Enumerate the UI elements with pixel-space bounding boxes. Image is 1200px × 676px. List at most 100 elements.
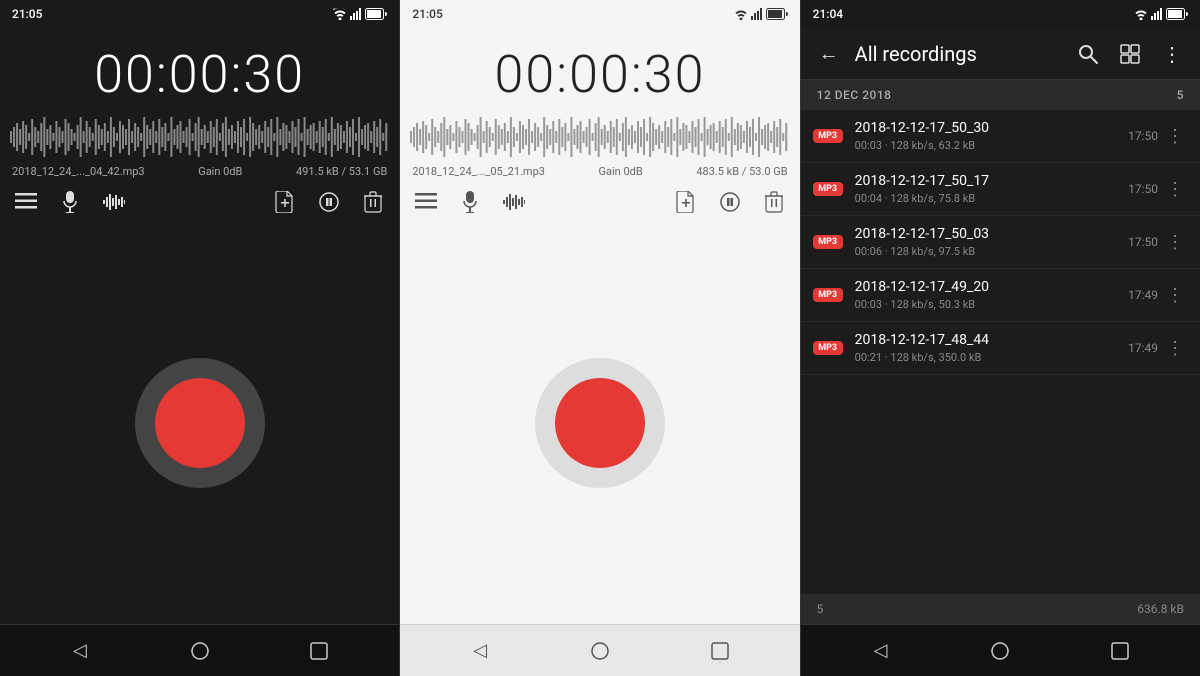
search-button-recordings[interactable] [1072,38,1104,70]
recording-details-4: 2018-12-12-17_48_44 00:21 · 128 kb/s, 35… [855,332,1120,364]
footer-total-size: 636.8 kB [1137,602,1184,616]
back-nav-2[interactable]: ◁ [462,633,498,669]
add-file-icon-2[interactable] [672,188,700,216]
delete-icon-2[interactable] [760,188,788,216]
gain-1: Gain 0dB [198,165,242,178]
timer-1: 00:00:30 [0,28,399,113]
back-nav-3[interactable]: ◁ [863,633,899,669]
more-icon-0[interactable]: ⋮ [1162,122,1188,151]
timer-2: 00:00:30 [400,28,799,113]
signal-icon-1 [350,8,362,20]
recording-details-3: 2018-12-12-17_49_20 00:03 · 128 kb/s, 50… [855,279,1120,311]
recording-time-3: 17:49 [1128,288,1158,302]
home-nav-3[interactable] [982,633,1018,669]
nav-bar-1: ◁ [0,624,399,676]
record-area-1 [0,222,399,624]
nav-bar-3: ◁ [801,624,1200,676]
battery-icon-3 [1166,8,1188,20]
pause-icon-2[interactable] [716,188,744,216]
more-icon-2[interactable]: ⋮ [1162,228,1188,257]
recording-meta-1: 00:04 · 128 kb/s, 75.8 kB [855,192,1120,205]
recording-time-2: 17:50 [1128,235,1158,249]
waveform-icon-2[interactable] [500,188,528,216]
record-button-2[interactable] [555,378,645,468]
nav-bar-2: ◁ [400,624,799,676]
signal-icon-3 [1151,8,1163,20]
list-icon-2[interactable] [412,188,440,216]
more-icon-3[interactable]: ⋮ [1162,281,1188,310]
square-nav-2[interactable] [702,633,738,669]
filename-2: 2018_12_24_..._05_21.mp3 [412,165,545,178]
wifi-icon-2 [734,8,748,20]
record-outer-2[interactable] [535,358,665,488]
recording-item-1[interactable]: MP3 2018-12-12-17_50_17 00:04 · 128 kb/s… [801,163,1200,216]
recordings-header: ← All recordings ⋮ [801,28,1200,80]
panel-light-recorder: 21:05 00:00:30 2018_12_24_..._05_21.mp3 … [400,0,800,676]
battery-icon-1 [365,8,387,20]
waveform-2 [408,113,791,161]
recordings-title: All recordings [855,42,1062,66]
delete-icon-1[interactable] [359,188,387,216]
more-icon-1[interactable]: ⋮ [1162,175,1188,204]
mp3-badge-1: MP3 [813,182,843,196]
recording-name-2: 2018-12-12-17_50_03 [855,226,1120,242]
storage-1: 491.5 kB / 53.1 GB [296,165,387,178]
back-button-recordings[interactable]: ← [813,38,845,70]
recording-name-3: 2018-12-12-17_49_20 [855,279,1120,295]
wifi-icon-3 [1134,8,1148,20]
mp3-badge-0: MP3 [813,129,843,143]
gallery-button-recordings[interactable] [1114,38,1146,70]
add-file-icon-1[interactable] [271,188,299,216]
status-icons-1 [333,8,387,20]
date-count: 5 [1177,88,1184,102]
recording-item-4[interactable]: MP3 2018-12-12-17_48_44 00:21 · 128 kb/s… [801,322,1200,375]
status-bar-1: 21:05 [0,0,399,28]
wifi-icon-1 [333,8,347,20]
gain-2: Gain 0dB [599,165,643,178]
recording-item-0[interactable]: MP3 2018-12-12-17_50_30 00:03 · 128 kb/s… [801,110,1200,163]
record-area-2 [400,222,799,624]
recording-meta-2: 00:06 · 128 kb/s, 97.5 kB [855,245,1120,258]
status-time-1: 21:05 [12,7,42,21]
panel-all-recordings: 21:04 ← All recordings ⋮ 12 DEC 2018 5 M… [801,0,1200,676]
toolbar-2 [400,182,799,222]
home-nav-1[interactable] [182,633,218,669]
recording-meta-0: 00:03 · 128 kb/s, 63.2 kB [855,139,1120,152]
file-info-2: 2018_12_24_..._05_21.mp3 Gain 0dB 483.5 … [400,161,799,182]
footer-count: 5 [817,602,824,616]
list-icon-1[interactable] [12,188,40,216]
battery-icon-2 [766,8,788,20]
record-outer-1[interactable] [135,358,265,488]
back-nav-1[interactable]: ◁ [62,633,98,669]
mp3-badge-2: MP3 [813,235,843,249]
status-time-2: 21:05 [412,7,442,21]
recordings-list: MP3 2018-12-12-17_50_30 00:03 · 128 kb/s… [801,110,1200,594]
recording-item-2[interactable]: MP3 2018-12-12-17_50_03 00:06 · 128 kb/s… [801,216,1200,269]
square-nav-1[interactable] [301,633,337,669]
waveform-icon-1[interactable] [100,188,128,216]
status-bar-2: 21:05 [400,0,799,28]
mic-icon-2[interactable] [456,188,484,216]
more-button-recordings[interactable]: ⋮ [1156,38,1188,70]
mp3-badge-3: MP3 [813,288,843,302]
storage-2: 483.5 kB / 53.0 GB [696,165,787,178]
recording-details-2: 2018-12-12-17_50_03 00:06 · 128 kb/s, 97… [855,226,1120,258]
toolbar-1 [0,182,399,222]
recording-name-1: 2018-12-12-17_50_17 [855,173,1120,189]
signal-icon-2 [751,8,763,20]
recordings-footer: 5 636.8 kB [801,594,1200,624]
home-nav-2[interactable] [582,633,618,669]
more-icon-4[interactable]: ⋮ [1162,334,1188,363]
status-icons-2 [734,8,788,20]
recording-item-3[interactable]: MP3 2018-12-12-17_49_20 00:03 · 128 kb/s… [801,269,1200,322]
recording-details-0: 2018-12-12-17_50_30 00:03 · 128 kb/s, 63… [855,120,1120,152]
recording-time-4: 17:49 [1128,341,1158,355]
mic-icon-1[interactable] [56,188,84,216]
square-nav-3[interactable] [1102,633,1138,669]
pause-icon-1[interactable] [315,188,343,216]
date-section-header: 12 DEC 2018 5 [801,80,1200,110]
waveform-1 [8,113,391,161]
date-label: 12 DEC 2018 [817,88,892,102]
recording-meta-4: 00:21 · 128 kb/s, 350.0 kB [855,351,1120,364]
record-button-1[interactable] [155,378,245,468]
